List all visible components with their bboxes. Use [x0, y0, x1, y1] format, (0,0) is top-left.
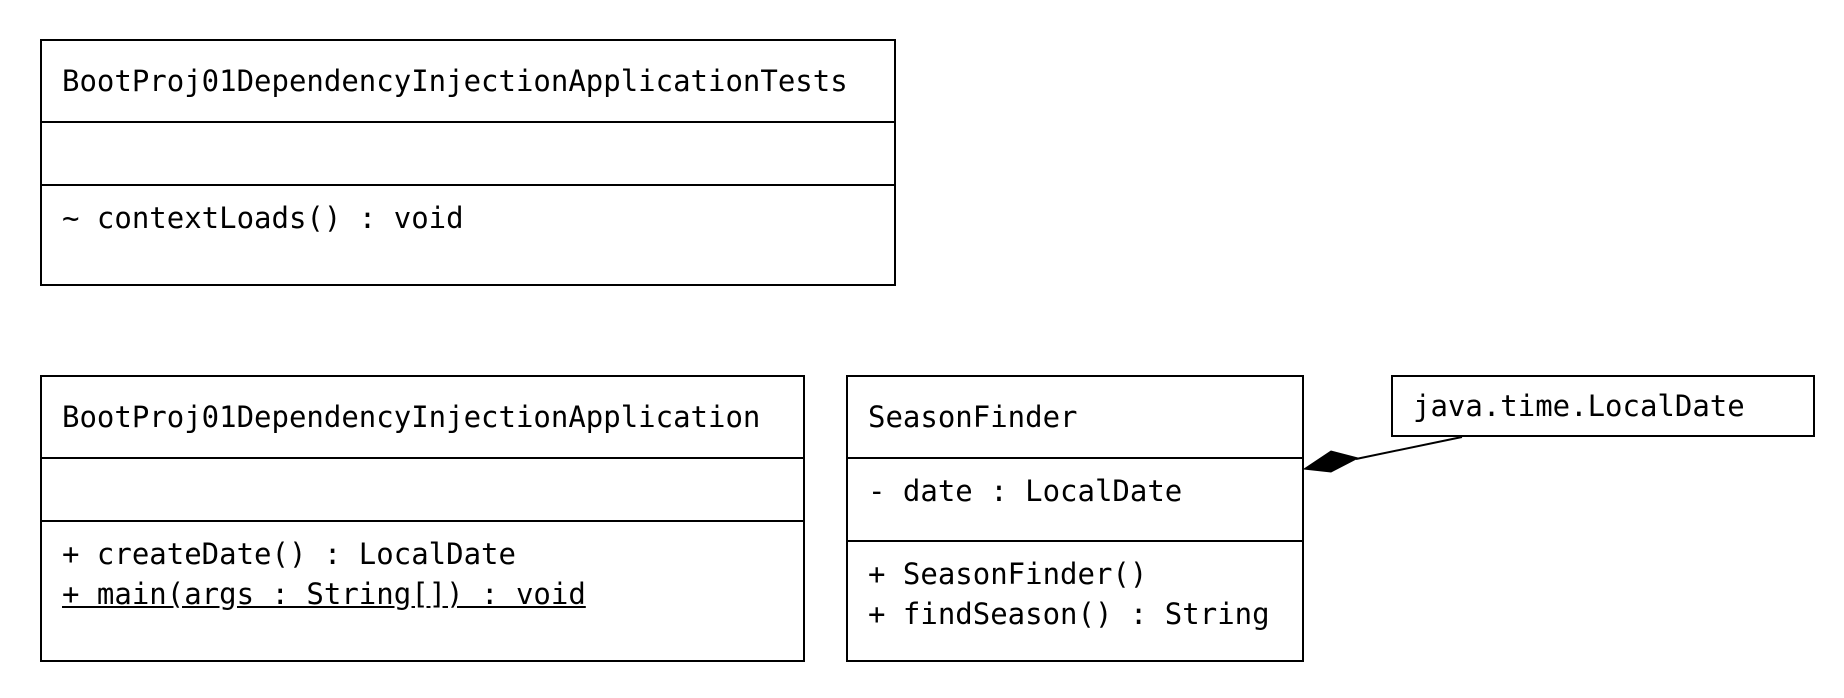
composition-relation[interactable] — [1302, 436, 1463, 473]
composition-diamond-icon — [1302, 450, 1360, 473]
connectors-layer — [1302, 436, 1463, 473]
association-line — [1355, 436, 1463, 460]
